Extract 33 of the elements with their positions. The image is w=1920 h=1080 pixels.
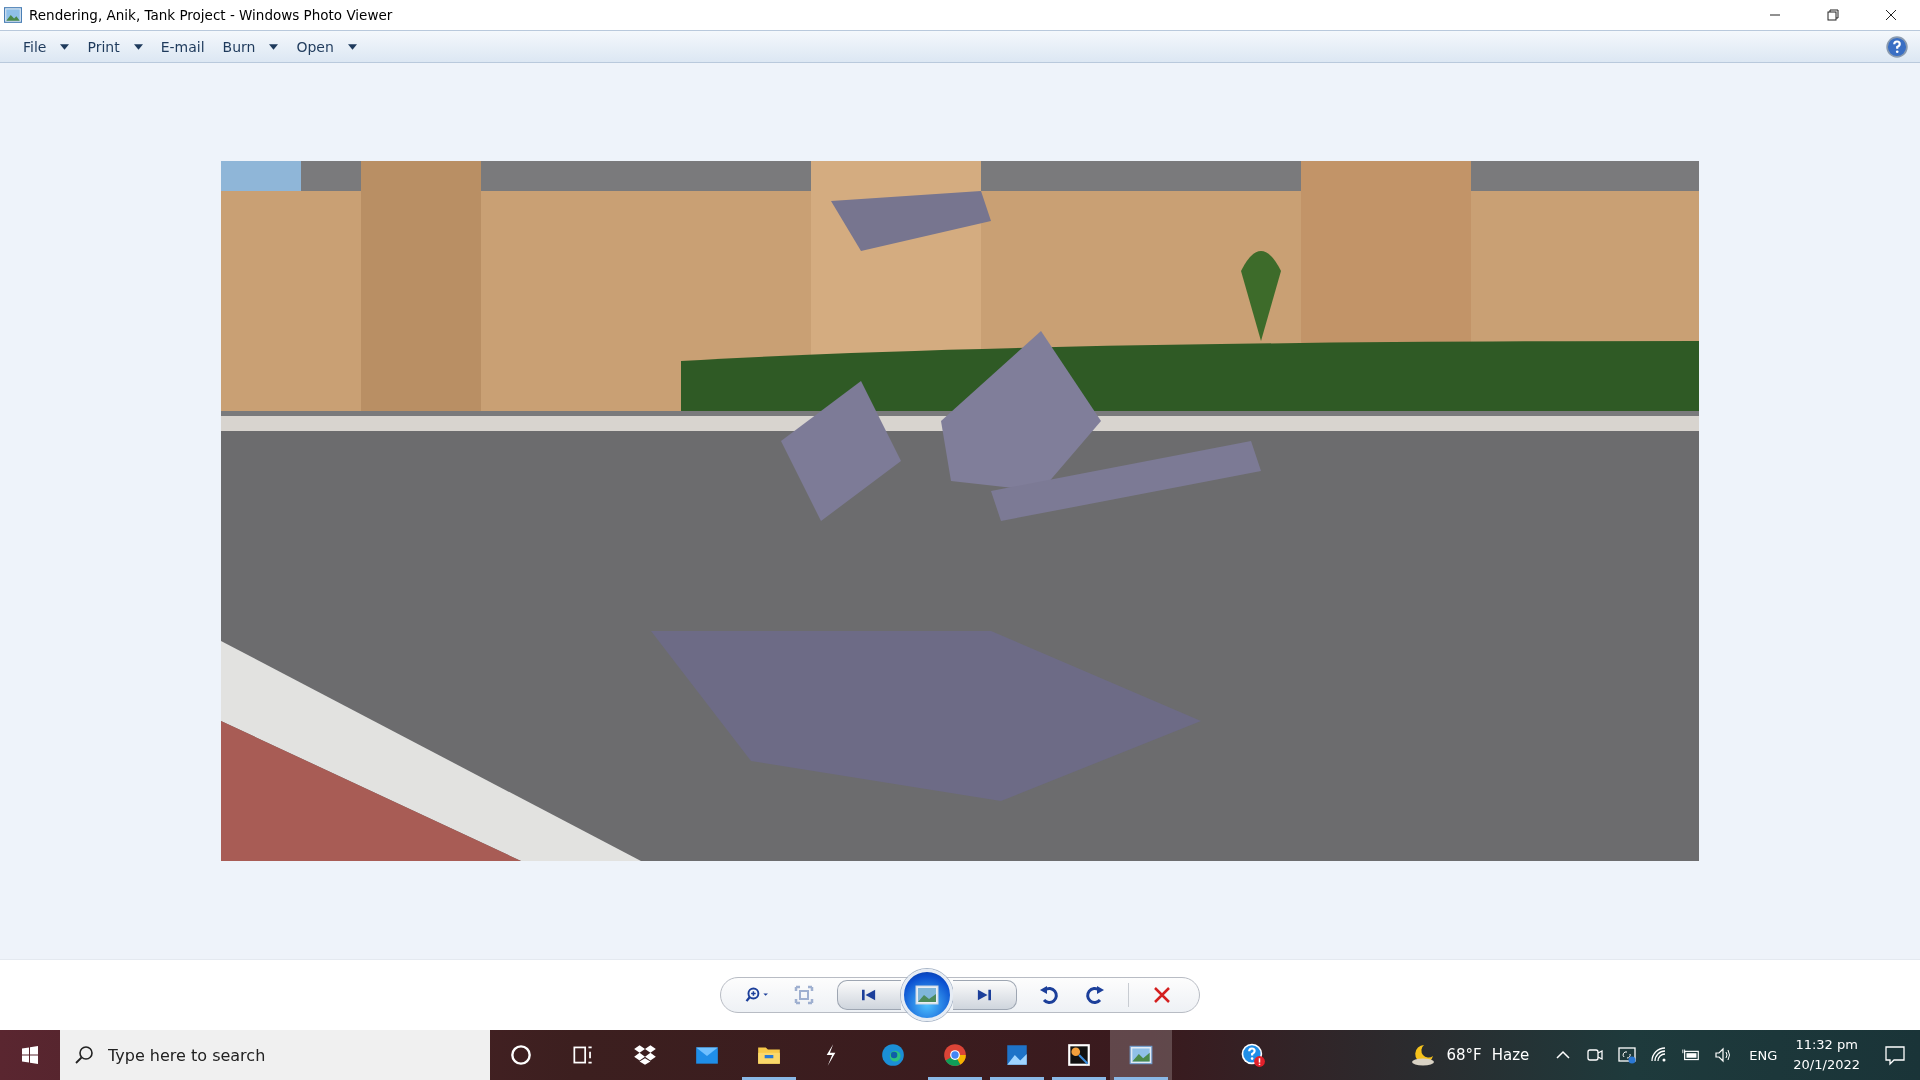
clock-time[interactable]: 11:32 pm: [1795, 1035, 1858, 1055]
clock-date[interactable]: 20/1/2022: [1793, 1055, 1860, 1075]
picture-icon: [914, 985, 939, 1005]
temperature-text[interactable]: 68°F: [1446, 1046, 1482, 1064]
caret-icon[interactable]: [60, 43, 70, 50]
help-icon[interactable]: [1886, 35, 1908, 58]
app-icon: [4, 7, 22, 23]
window-title: Rendering, Anik, Tank Project - Windows Photo Viewer: [29, 7, 393, 23]
menu-item[interactable]: Burn: [213, 31, 288, 62]
sync-icon[interactable]: [1617, 1045, 1638, 1065]
circle-icon: [508, 1042, 534, 1068]
help-alert-icon: [1240, 1042, 1266, 1068]
caret-icon[interactable]: [133, 43, 143, 50]
caret-icon[interactable]: [269, 43, 279, 50]
menu-item[interactable]: E-mail: [151, 31, 214, 62]
menu-item[interactable]: Print: [78, 31, 152, 62]
photos-icon: [1004, 1042, 1030, 1068]
next-button[interactable]: [952, 980, 1017, 1010]
media-icon: [1066, 1042, 1092, 1068]
caret-icon[interactable]: [347, 43, 357, 50]
previous-button[interactable]: [836, 980, 901, 1010]
skip-forward-icon: [975, 988, 994, 1002]
language-indicator[interactable]: ENG: [1749, 1047, 1778, 1063]
search-field[interactable]: Type here to search: [60, 1030, 490, 1080]
notification-icon[interactable]: [1884, 1044, 1906, 1066]
slideshow-button[interactable]: [900, 969, 953, 1021]
menu-item[interactable]: File: [14, 31, 79, 62]
chrome-icon: [942, 1042, 968, 1068]
weather-condition-text[interactable]: Haze: [1491, 1046, 1530, 1064]
taskbar-app[interactable]: [1110, 1030, 1172, 1080]
menu-item[interactable]: Open: [287, 31, 366, 62]
edge-icon: [880, 1042, 906, 1068]
search-icon: [74, 1045, 94, 1065]
